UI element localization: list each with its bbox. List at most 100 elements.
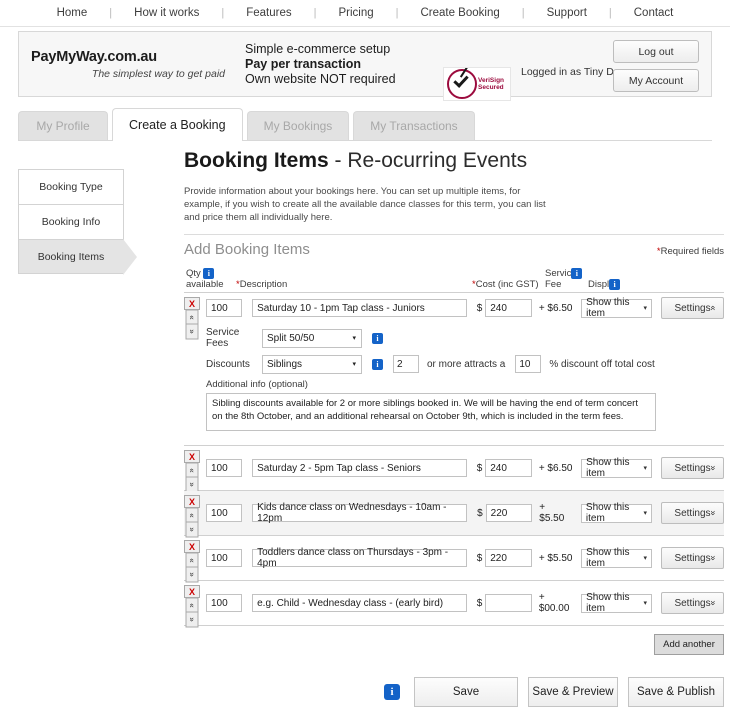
settings-label: Settings	[674, 598, 710, 609]
chevron-down-icon: ▾	[352, 360, 356, 368]
save-button[interactable]: Save	[414, 677, 518, 707]
required-label: Required fields	[661, 246, 724, 257]
display-select[interactable]: Show this item ▾	[581, 594, 652, 613]
row-controls: X « »	[184, 540, 200, 582]
display-select[interactable]: Show this item ▾	[581, 459, 652, 478]
sidebar-item-booking-type[interactable]: Booking Type	[18, 169, 124, 204]
info-icon[interactable]: i	[571, 268, 582, 279]
tab-my-bookings[interactable]: My Bookings	[247, 111, 350, 140]
cost-input[interactable]: 240	[485, 459, 532, 477]
discount-percent-input[interactable]: 10	[515, 355, 541, 373]
info-icon[interactable]: i	[384, 684, 400, 700]
main-tab-bar: My Profile Create a Booking My Bookings …	[18, 109, 712, 141]
nav-item-create-booking[interactable]: Create Booking	[398, 7, 521, 19]
currency-symbol: $	[477, 553, 483, 564]
settings-toggle-button[interactable]: Settings »	[661, 502, 724, 524]
delete-row-button[interactable]: X	[184, 585, 200, 598]
chevron-down-icon: ▾	[644, 554, 648, 562]
cost-input[interactable]	[485, 594, 532, 612]
display-select[interactable]: Show this item ▾	[581, 299, 652, 318]
display-select-value: Show this item	[586, 297, 647, 319]
service-fees-select[interactable]: Split 50/50 ▾	[262, 329, 362, 348]
description-input[interactable]: Kids dance class on Wednesdays - 10am - …	[252, 504, 467, 522]
nav-item-support[interactable]: Support	[525, 7, 609, 19]
divider	[184, 625, 724, 626]
service-fee-value: + $00.00	[539, 592, 577, 614]
cost-input[interactable]: 220	[485, 549, 532, 567]
nav-item-home[interactable]: Home	[35, 7, 110, 19]
tab-create-a-booking[interactable]: Create a Booking	[112, 108, 243, 141]
booking-item-row: X « » 100 e.g. Child - Wednesday class -…	[184, 581, 724, 625]
pitch-line-2: Pay per transaction	[245, 57, 396, 72]
settings-toggle-button[interactable]: Settings «	[661, 297, 724, 319]
discount-tail-text: % discount off total cost	[549, 359, 654, 370]
discount-mid-text: or more attracts a	[427, 359, 505, 370]
settings-toggle-button[interactable]: Settings »	[661, 547, 724, 569]
info-icon[interactable]: i	[372, 333, 383, 344]
info-icon[interactable]: i	[372, 359, 383, 370]
save-and-publish-button[interactable]: Save & Publish	[628, 677, 724, 707]
log-out-button[interactable]: Log out	[613, 40, 699, 63]
chevron-down-icon: »	[708, 465, 718, 470]
service-fee-value: + $6.50	[539, 463, 577, 474]
settings-toggle-button[interactable]: Settings »	[661, 457, 724, 479]
qty-input[interactable]: 100	[206, 594, 242, 612]
sidebar-item-booking-items[interactable]: Booking Items	[18, 239, 124, 274]
add-another-button[interactable]: Add another	[654, 634, 724, 655]
column-header-description: *Description	[236, 279, 287, 290]
row-controls: X « »	[184, 495, 200, 537]
description-input[interactable]: Saturday 2 - 5pm Tap class - Seniors	[252, 459, 467, 477]
move-row-down-button[interactable]: »	[186, 612, 199, 628]
row-controls: X « »	[184, 297, 200, 339]
description-input[interactable]: Saturday 10 - 1pm Tap class - Juniors	[252, 299, 467, 317]
row-controls: X « »	[184, 585, 200, 627]
delete-row-button[interactable]: X	[184, 450, 200, 463]
qty-input[interactable]: 100	[206, 549, 242, 567]
verisign-line-1: VeriSign	[478, 77, 504, 85]
chevron-down-icon: ▾	[644, 304, 648, 312]
sidebar-item-booking-info[interactable]: Booking Info	[18, 204, 124, 239]
chevron-down-icon: »	[708, 510, 718, 515]
discounts-select[interactable]: Siblings ▾	[262, 355, 362, 374]
save-and-preview-button[interactable]: Save & Preview	[528, 677, 618, 707]
delete-row-button[interactable]: X	[184, 297, 200, 310]
my-account-button[interactable]: My Account	[613, 69, 699, 92]
service-fee-value: + $5.50	[539, 502, 569, 524]
column-header-service-fee-line2: Fee	[545, 279, 561, 290]
info-icon[interactable]: i	[609, 279, 620, 290]
pitch-block: Simple e-commerce setup Pay per transact…	[245, 42, 396, 87]
display-select-value: Show this item	[586, 457, 647, 479]
currency-symbol: $	[477, 303, 483, 314]
nav-item-how-it-works[interactable]: How it works	[112, 7, 221, 19]
cost-input[interactable]: 220	[486, 504, 533, 522]
service-fees-label: Service Fees	[206, 327, 262, 349]
qty-input[interactable]: 100	[206, 504, 242, 522]
booking-item-settings-panel: Service Fees Split 50/50 ▾ i Discounts S…	[206, 323, 724, 437]
nav-item-contact[interactable]: Contact	[612, 7, 696, 19]
delete-row-button[interactable]: X	[184, 540, 200, 553]
description-input[interactable]: Toddlers dance class on Thursdays - 3pm …	[252, 549, 467, 567]
booking-item-row: X « » 100 Saturday 2 - 5pm Tap class - S…	[184, 446, 724, 490]
settings-toggle-button[interactable]: Settings »	[661, 592, 724, 614]
currency-symbol: $	[477, 508, 483, 519]
cost-input[interactable]: 240	[485, 299, 532, 317]
delete-row-button[interactable]: X	[184, 495, 200, 508]
table-column-headers: Qty i available *Description *Cost (inc …	[184, 266, 724, 292]
discount-quantity-input[interactable]: 2	[393, 355, 419, 373]
tab-my-transactions[interactable]: My Transactions	[353, 111, 474, 140]
description-input[interactable]: e.g. Child - Wednesday class - (early bi…	[252, 594, 467, 612]
display-select[interactable]: Show this item ▾	[581, 504, 652, 523]
verisign-badge-text: VeriSign Secured	[478, 77, 504, 92]
qty-input[interactable]: 100	[206, 459, 242, 477]
display-select[interactable]: Show this item ▾	[581, 549, 652, 568]
nav-item-features[interactable]: Features	[224, 7, 313, 19]
info-icon[interactable]: i	[203, 268, 214, 279]
settings-label: Settings	[674, 463, 710, 474]
section-header-row: Add Booking Items *Required fields	[184, 235, 724, 258]
tab-my-profile[interactable]: My Profile	[18, 111, 108, 140]
additional-info-textarea[interactable]: Sibling discounts available for 2 or mor…	[206, 393, 656, 431]
move-row-down-button[interactable]: »	[186, 324, 199, 340]
qty-input[interactable]: 100	[206, 299, 242, 317]
nav-item-pricing[interactable]: Pricing	[316, 7, 395, 19]
required-fields-note: *Required fields	[657, 246, 724, 257]
